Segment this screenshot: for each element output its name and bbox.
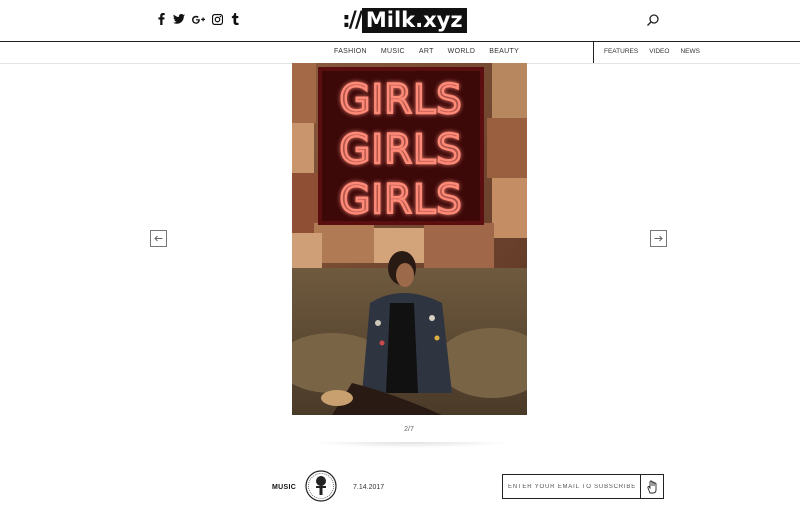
main-nav: FASHION MUSIC ART WORLD BEAUTY FEATURES … bbox=[0, 42, 800, 64]
site-logo[interactable]: :// Milk.xyz bbox=[342, 8, 467, 33]
tumblr-icon[interactable] bbox=[229, 12, 241, 26]
next-slide-button[interactable] bbox=[650, 230, 667, 247]
nav-item-video[interactable]: VIDEO bbox=[649, 48, 669, 55]
site-header: :// Milk.xyz bbox=[0, 0, 800, 41]
nav-item-art[interactable]: ART bbox=[419, 48, 434, 55]
previous-slide-button[interactable] bbox=[150, 230, 167, 247]
slide-counter: 2/7 bbox=[404, 426, 414, 433]
logo-slashes: :// bbox=[342, 8, 363, 33]
nav-item-beauty[interactable]: BEAUTY bbox=[489, 48, 519, 55]
gallery-image: GIRLS GIRLS GIRLS bbox=[292, 63, 527, 415]
category-menu: FASHION MUSIC ART WORLD BEAUTY bbox=[334, 48, 519, 55]
nav-item-fashion[interactable]: FASHION bbox=[334, 48, 367, 55]
article-category[interactable]: MUSIC bbox=[272, 484, 296, 491]
google-plus-icon[interactable] bbox=[191, 12, 205, 26]
secondary-menu: FEATURES VIDEO NEWS bbox=[604, 48, 700, 55]
instagram-icon[interactable] bbox=[211, 12, 223, 26]
subscribe-form bbox=[502, 474, 664, 499]
email-subscribe-input[interactable] bbox=[503, 475, 640, 498]
neon-text-line-2: GIRLS bbox=[339, 127, 462, 173]
nav-item-features[interactable]: FEATURES bbox=[604, 48, 638, 55]
arrow-left-icon bbox=[154, 235, 163, 242]
logo-wordmark: Milk.xyz bbox=[361, 8, 467, 33]
facebook-icon[interactable] bbox=[155, 12, 167, 26]
twitter-icon[interactable] bbox=[173, 12, 185, 26]
search-icon[interactable] bbox=[646, 13, 660, 27]
nav-item-world[interactable]: WORLD bbox=[448, 48, 476, 55]
subscribe-button[interactable] bbox=[640, 475, 663, 498]
nav-item-music[interactable]: MUSIC bbox=[381, 48, 405, 55]
social-links bbox=[155, 12, 241, 26]
arrow-right-icon bbox=[654, 235, 663, 242]
gallery-shadow bbox=[310, 442, 510, 448]
article-date: 7.14.2017 bbox=[353, 484, 385, 491]
neon-text-line-1: GIRLS bbox=[339, 77, 462, 123]
microphone-badge-icon bbox=[305, 470, 337, 502]
nav-divider bbox=[593, 42, 594, 63]
hand-icon bbox=[647, 480, 657, 493]
neon-text-line-3: GIRLS bbox=[339, 177, 462, 223]
nav-item-news[interactable]: NEWS bbox=[680, 48, 700, 55]
